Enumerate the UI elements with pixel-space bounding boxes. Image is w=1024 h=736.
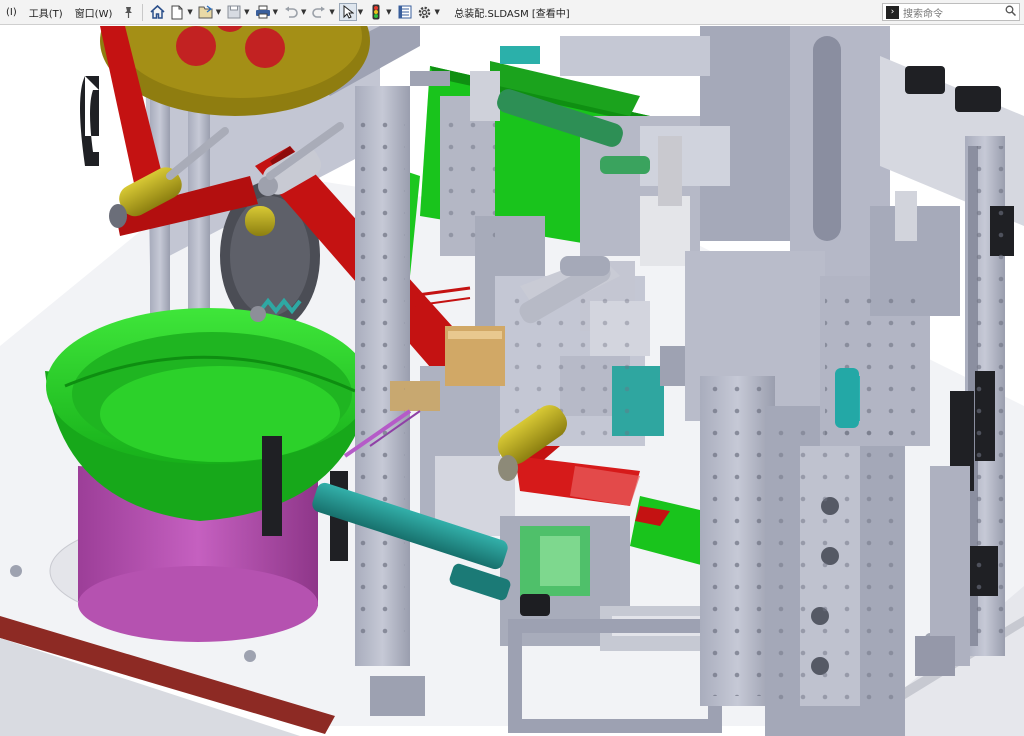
search-icon[interactable]: [1005, 5, 1017, 19]
menu-item-tools[interactable]: 工具(T): [23, 5, 69, 20]
toolbar-separator: [142, 3, 144, 21]
undo-icon[interactable]: [282, 3, 300, 21]
traffic-light-icon[interactable]: [367, 3, 385, 21]
file-properties-icon[interactable]: [396, 3, 414, 21]
search-input[interactable]: 搜索命令: [903, 5, 1005, 20]
pin-icon[interactable]: [119, 3, 137, 21]
chevron-down-icon[interactable]: ▼: [273, 8, 278, 16]
chevron-down-icon[interactable]: ▼: [216, 8, 221, 16]
chevron-down-icon[interactable]: ▼: [386, 8, 391, 16]
graphics-viewport[interactable]: [0, 26, 1024, 736]
command-prompt-icon: ›: [886, 5, 899, 19]
title-bar: (I) 工具(T) 窗口(W) ▼ ▼ ▼ ▼ ▼ ▼ ▼ ▼ ▼ 总装配.SL…: [0, 0, 1024, 25]
print-icon[interactable]: [254, 3, 272, 21]
save-icon[interactable]: [225, 3, 243, 21]
open-icon[interactable]: [197, 3, 215, 21]
chevron-down-icon[interactable]: ▼: [358, 8, 363, 16]
search-commands-box[interactable]: › 搜索命令: [882, 3, 1020, 21]
chevron-down-icon[interactable]: ▼: [187, 8, 192, 16]
new-document-icon[interactable]: [168, 3, 186, 21]
options-gear-icon[interactable]: [416, 3, 434, 21]
chevron-down-icon[interactable]: ▼: [435, 8, 440, 16]
chevron-down-icon[interactable]: ▼: [244, 8, 249, 16]
home-icon[interactable]: [148, 3, 166, 21]
chevron-down-icon[interactable]: ▼: [329, 8, 334, 16]
redo-icon[interactable]: [310, 3, 328, 21]
menu-item-insert[interactable]: (I): [0, 7, 23, 18]
select-cursor-icon[interactable]: [338, 3, 357, 21]
menu-item-window[interactable]: 窗口(W): [69, 5, 119, 20]
chevron-down-icon[interactable]: ▼: [301, 8, 306, 16]
